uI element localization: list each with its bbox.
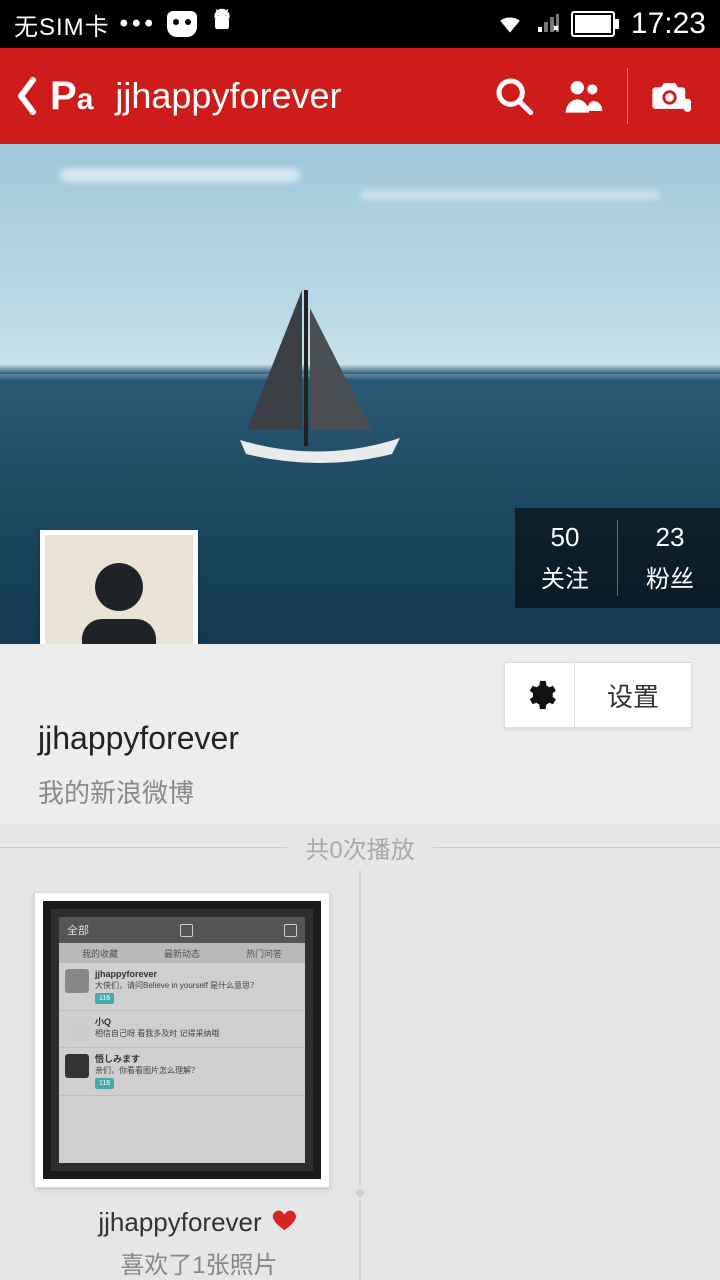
- plays-divider: 共0次播放: [0, 824, 720, 870]
- thumb-search-icon: [180, 924, 193, 937]
- feed-section: 全部 我的收藏最新动态热门问答 jjhappyforever大侠们，请问Beli…: [0, 870, 720, 1280]
- feed-item-username[interactable]: jjhappyforever: [98, 1207, 261, 1238]
- followers-stat[interactable]: 23 粉丝: [620, 508, 720, 608]
- sim-status: 无SIM卡: [14, 7, 110, 42]
- clock: 17:23: [631, 7, 706, 41]
- thumb-row: jjhappyforever大侠们，请问Believe in yourself …: [59, 963, 305, 1011]
- thumb-bar-label: 全部: [67, 922, 89, 938]
- cover-illustration: [232, 280, 412, 485]
- followers-count: 23: [656, 522, 685, 553]
- thumb-tabs: 我的收藏最新动态热门问答: [59, 943, 305, 963]
- following-count: 50: [551, 522, 580, 553]
- android-icon: [207, 7, 237, 42]
- thumb-row: 悟しみます亲们，你看看图片怎么理解？116: [59, 1048, 305, 1096]
- stats-panel: 50 关注 23 粉丝: [515, 508, 720, 608]
- thumb-row: 小Q相信自己呀 看我多及时 记得采纳哦: [59, 1011, 305, 1048]
- heart-icon: [270, 1206, 300, 1239]
- wifi-icon: [495, 11, 525, 37]
- gear-icon: [505, 663, 575, 727]
- profile-section: 设置 jjhappyforever 我的新浪微博: [0, 644, 720, 824]
- following-stat[interactable]: 50 关注: [515, 508, 615, 608]
- followers-label: 粉丝: [646, 559, 694, 594]
- camera-button[interactable]: [636, 48, 706, 144]
- app-header: Pa jjhappyforever: [0, 48, 720, 144]
- app-logo: Pa: [50, 74, 93, 119]
- settings-label: 设置: [575, 677, 691, 714]
- header-title: jjhappyforever: [115, 75, 479, 117]
- thumb-compose-icon: [284, 924, 297, 937]
- header-separator: [627, 68, 628, 124]
- cell-signal-icon: [535, 12, 561, 36]
- feed-photo-card[interactable]: 全部 我的收藏最新动态热门问答 jjhappyforever大侠们，请问Beli…: [34, 892, 330, 1188]
- status-bar: 无SIM卡 ••• 17:23: [0, 0, 720, 48]
- settings-button[interactable]: 设置: [504, 662, 692, 728]
- stat-separator: [617, 520, 618, 596]
- following-label: 关注: [541, 559, 589, 594]
- plays-count: 共0次播放: [287, 830, 432, 865]
- back-button[interactable]: [14, 76, 40, 116]
- feed-item-action: 喜欢了1张照片: [34, 1245, 364, 1280]
- battery-icon: [571, 11, 621, 37]
- search-button[interactable]: [479, 48, 549, 144]
- profile-bio: 我的新浪微博: [38, 773, 682, 810]
- friends-button[interactable]: [549, 48, 619, 144]
- more-indicator-icon: •••: [120, 10, 157, 38]
- wechat-notification-icon: [167, 11, 197, 37]
